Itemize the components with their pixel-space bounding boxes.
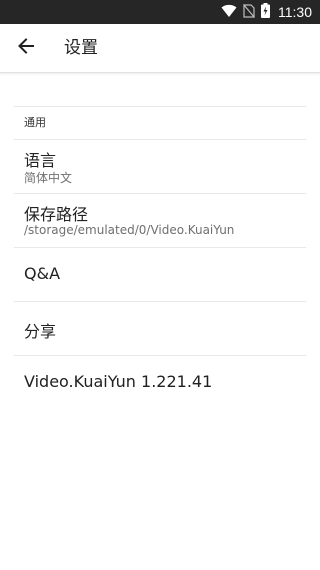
qa-title: Q&A (24, 264, 61, 283)
language-value: 简体中文 (24, 171, 73, 185)
app-bar: 设置 (0, 24, 320, 73)
settings-list: 通用 语言 简体中文 保存路径 /storage/emulated/0/Vide… (14, 106, 306, 409)
status-time: 11:30 (278, 4, 312, 20)
save-path-setting[interactable]: 保存路径 /storage/emulated/0/Video.KuaiYun (14, 193, 306, 247)
no-sim-icon (243, 3, 255, 22)
save-path-value: /storage/emulated/0/Video.KuaiYun (24, 223, 235, 237)
page-title: 设置 (64, 38, 98, 58)
language-title: 语言 (24, 151, 57, 170)
qa-item[interactable]: Q&A (14, 247, 306, 301)
share-item[interactable]: 分享 (14, 301, 306, 355)
save-path-title: 保存路径 (24, 205, 89, 224)
status-bar: 11:30 (0, 0, 320, 24)
arrow-left-icon (17, 37, 35, 59)
battery-charging-icon (261, 2, 270, 22)
section-header-general: 通用 (14, 106, 306, 139)
back-button[interactable] (8, 30, 44, 66)
language-setting[interactable]: 语言 简体中文 (14, 139, 306, 193)
version-item[interactable]: Video.KuaiYun 1.221.41 (14, 355, 306, 409)
status-icons: 11:30 (221, 0, 312, 24)
wifi-icon (221, 3, 237, 22)
version-title: Video.KuaiYun 1.221.41 (24, 372, 213, 391)
share-title: 分享 (24, 322, 57, 341)
